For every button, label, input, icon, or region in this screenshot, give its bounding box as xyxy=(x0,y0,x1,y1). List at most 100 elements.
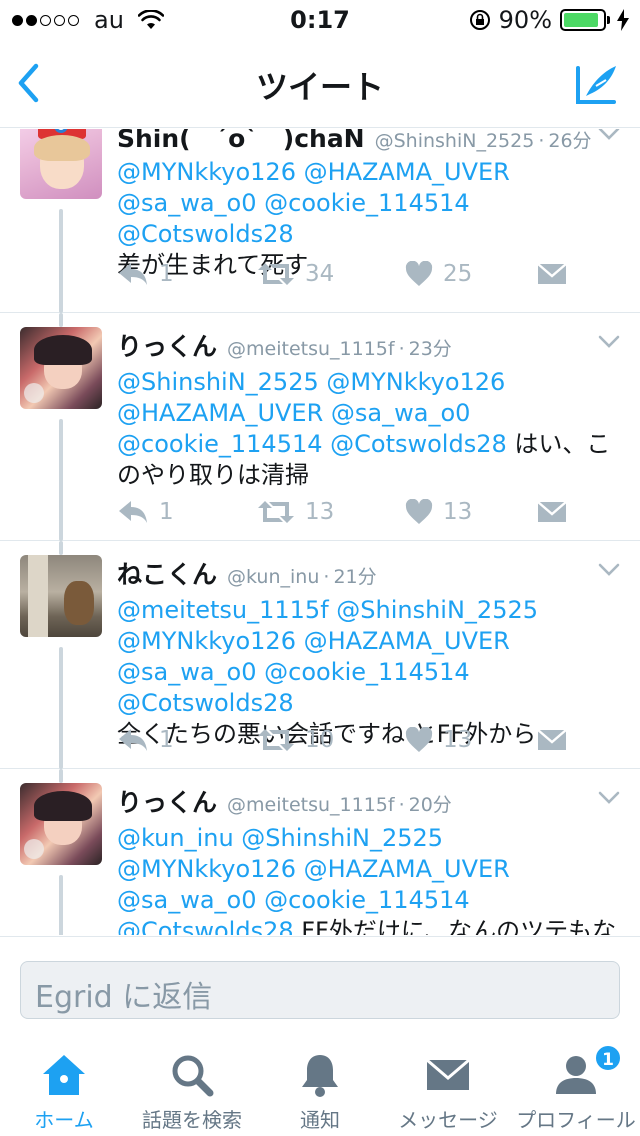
mention-links[interactable]: @MYNkkyo126 @HAZAMA_UVER @sa_wa_o0 @cook… xyxy=(117,158,510,248)
tweet-item[interactable]: Shin( ˊoˋ )chaN @ShinshiN_2525 · 26分 @MY… xyxy=(0,129,640,313)
avatar[interactable] xyxy=(20,327,102,409)
tweet-actions: 1 13 13 xyxy=(117,499,620,533)
reply-icon xyxy=(119,263,147,285)
tab-search[interactable]: 話題を検索 xyxy=(128,1036,256,1136)
nav-bar: ツイート xyxy=(0,40,640,128)
notification-badge: 1 xyxy=(594,1044,622,1072)
like-button[interactable]: 13 xyxy=(405,727,472,753)
thread-line xyxy=(59,647,63,769)
chevron-down-icon[interactable] xyxy=(598,335,620,349)
home-icon xyxy=(43,1055,85,1095)
heart-icon xyxy=(405,261,433,286)
direct-message-button[interactable] xyxy=(537,727,577,753)
retweet-button[interactable]: 34 xyxy=(257,261,334,287)
reply-input[interactable]: Egrid に返信 xyxy=(20,961,620,1019)
chevron-down-icon[interactable] xyxy=(598,791,620,805)
separator-dot: · xyxy=(398,794,405,816)
mention-links[interactable]: @meitetsu_1115f @ShinshiN_2525 @MYNkkyo1… xyxy=(117,596,538,717)
like-count: 13 xyxy=(443,727,473,753)
author-handle[interactable]: @ShinshiN_2525 xyxy=(375,130,535,152)
separator-dot: · xyxy=(398,338,405,360)
bell-icon xyxy=(302,1055,338,1097)
reply-button[interactable]: 1 xyxy=(117,261,174,287)
retweet-button[interactable]: 10 xyxy=(257,727,334,753)
author-name[interactable]: りっくん xyxy=(117,327,217,363)
tweet-header: ねこくん @kun_inu · 21分 xyxy=(117,555,620,591)
envelope-icon xyxy=(537,263,567,284)
tab-bar: ホーム 話題を検索 通知 メッセージ 1 プロフィール xyxy=(0,1036,640,1136)
author-name[interactable]: ねこくん xyxy=(117,555,217,591)
status-bar: au 0:17 90% xyxy=(0,0,640,40)
retweet-button[interactable]: 13 xyxy=(257,499,334,525)
avatar[interactable] xyxy=(20,783,102,865)
tab-notifications[interactable]: 通知 xyxy=(256,1036,384,1136)
thread-line xyxy=(59,313,63,327)
reply-icon xyxy=(119,729,147,751)
reply-icon xyxy=(119,501,147,523)
heart-icon xyxy=(405,499,433,524)
envelope-icon xyxy=(537,729,567,750)
like-button[interactable]: 25 xyxy=(405,261,472,287)
tweet-body: @ShinshiN_2525 @MYNkkyo126 @HAZAMA_UVER … xyxy=(117,367,618,491)
tab-label: 通知 xyxy=(300,1108,340,1132)
reply-count: 1 xyxy=(159,499,174,525)
mention-links[interactable]: @ShinshiN_2525 @MYNkkyo126 @HAZAMA_UVER … xyxy=(117,368,507,458)
author-name[interactable]: Shin( ˊoˋ )chaN xyxy=(117,129,365,155)
battery-percent: 90% xyxy=(498,6,552,34)
tab-label: 話題を検索 xyxy=(142,1108,242,1132)
author-handle[interactable]: @kun_inu xyxy=(227,566,319,588)
author-handle[interactable]: @meitetsu_1115f xyxy=(227,338,395,360)
like-button[interactable]: 13 xyxy=(405,499,472,525)
retweet-icon xyxy=(258,501,294,523)
direct-message-button[interactable] xyxy=(537,499,577,525)
like-count: 13 xyxy=(443,499,473,525)
heart-icon xyxy=(405,727,433,752)
search-icon xyxy=(172,1055,214,1097)
separator-dot: · xyxy=(323,566,330,588)
tweet-header: りっくん @meitetsu_1115f · 23分 xyxy=(117,327,620,363)
thread-line xyxy=(59,769,63,783)
tweet-item[interactable]: りっくん @meitetsu_1115f · 23分 @ShinshiN_252… xyxy=(0,313,640,541)
tab-messages[interactable]: メッセージ xyxy=(384,1036,512,1136)
tweet-timeline[interactable]: Shin( ˊoˋ )chaN @ShinshiN_2525 · 26分 @MY… xyxy=(0,129,640,935)
direct-message-button[interactable] xyxy=(537,261,577,287)
chevron-down-icon[interactable] xyxy=(598,129,620,141)
thread-line xyxy=(59,875,63,935)
tab-label: プロフィール xyxy=(516,1108,636,1132)
tab-profile[interactable]: 1 プロフィール xyxy=(512,1036,640,1136)
like-count: 25 xyxy=(443,261,473,287)
avatar[interactable] xyxy=(20,129,102,199)
tweet-actions: 1 34 25 xyxy=(117,261,620,295)
reply-count: 1 xyxy=(159,261,174,287)
thread-line xyxy=(59,541,63,555)
retweet-icon xyxy=(258,263,294,285)
tweet-body: @kun_inu @ShinshiN_2525 @MYNkkyo126 @HAZ… xyxy=(117,823,618,935)
author-handle[interactable]: @meitetsu_1115f xyxy=(227,794,395,816)
chevron-down-icon[interactable] xyxy=(598,563,620,577)
author-name[interactable]: りっくん xyxy=(117,783,217,819)
profile-icon xyxy=(556,1056,596,1094)
tweet-time: 26分 xyxy=(548,130,592,152)
reply-count: 1 xyxy=(159,727,174,753)
tab-home[interactable]: ホーム xyxy=(0,1036,128,1136)
avatar[interactable] xyxy=(20,555,102,637)
thread-line xyxy=(59,419,63,541)
retweet-count: 10 xyxy=(305,727,335,753)
tweet-item[interactable]: ねこくん @kun_inu · 21分 @meitetsu_1115f @Shi… xyxy=(0,541,640,769)
tweet-item[interactable]: りっくん @meitetsu_1115f · 20分 @kun_inu @Shi… xyxy=(0,769,640,935)
compose-tweet-icon[interactable] xyxy=(574,62,620,106)
envelope-icon xyxy=(426,1058,470,1090)
retweet-icon xyxy=(258,729,294,751)
separator-dot: · xyxy=(538,130,545,152)
tweet-time: 23分 xyxy=(408,338,452,360)
tweet-header: Shin( ˊoˋ )chaN @ShinshiN_2525 · 26分 xyxy=(117,129,620,155)
tab-label: メッセージ xyxy=(398,1108,498,1132)
reply-composer: Egrid に返信 xyxy=(0,936,640,1036)
status-right: 90% xyxy=(469,6,630,34)
tweet-actions: 1 10 13 xyxy=(117,727,620,761)
tweet-time: 20分 xyxy=(408,794,452,816)
charging-bolt-icon xyxy=(617,9,629,31)
page-title: ツイート xyxy=(255,68,384,106)
reply-button[interactable]: 1 xyxy=(117,499,174,525)
reply-button[interactable]: 1 xyxy=(117,727,174,753)
